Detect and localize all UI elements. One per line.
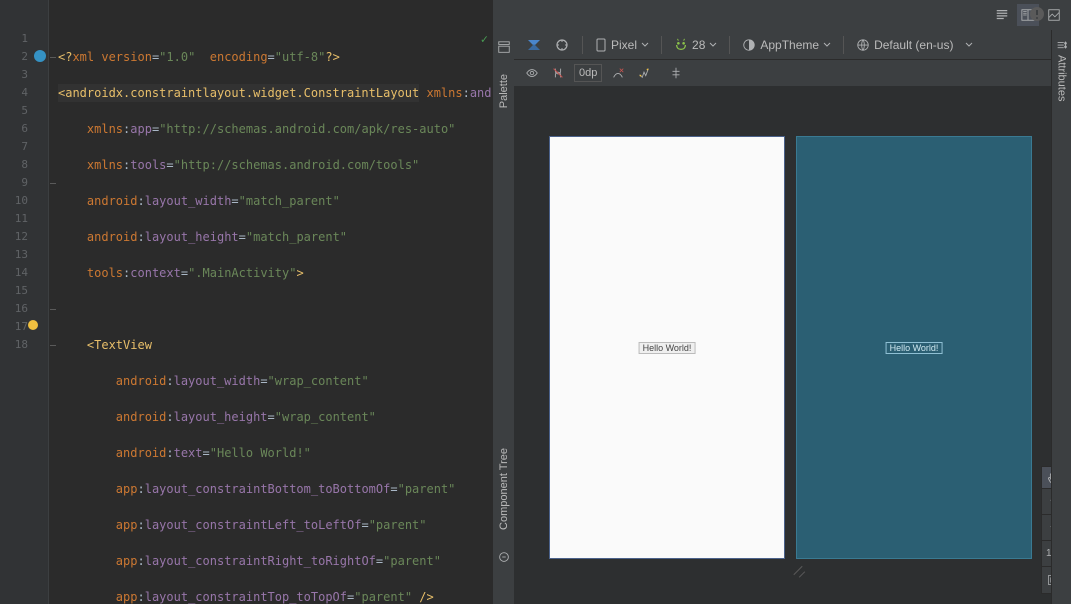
code-area[interactable]: <?xml version="1.0" encoding="utf-8"?> <… — [56, 0, 492, 604]
fold-toggle[interactable] — [49, 336, 56, 354]
default-margin-dropdown[interactable]: 0dp — [574, 64, 602, 82]
line-number: 13 — [0, 246, 48, 264]
theme-dropdown[interactable]: AppTheme — [738, 38, 835, 52]
view-options-dropdown[interactable] — [522, 63, 542, 83]
fold-toggle[interactable] — [49, 48, 56, 66]
xml-editor-pane: 1 2 3 4 5 6 7 8 9 10 11 12 13 14 15 16 1… — [0, 0, 492, 604]
line-number: 10 — [0, 192, 48, 210]
code-view-button[interactable] — [991, 4, 1013, 26]
line-number: 17 — [0, 318, 48, 336]
palette-strip: Palette Component Tree — [492, 0, 514, 604]
attributes-label[interactable]: Attributes — [1056, 55, 1068, 101]
device-dropdown[interactable]: Pixel — [591, 38, 653, 52]
line-number: 9 — [0, 174, 48, 192]
theme-name: AppTheme — [760, 38, 819, 52]
line-number: 7 — [0, 138, 48, 156]
locale-dropdown[interactable]: Default (en-us) — [852, 38, 977, 52]
attributes-toggle-icon[interactable] — [1055, 38, 1069, 55]
blueprint-preview[interactable]: Hello World! — [796, 136, 1032, 559]
line-number: 2 — [0, 48, 48, 66]
design-view-button[interactable] — [1043, 4, 1065, 26]
editor-mode-bar — [514, 0, 1071, 30]
blueprint-text[interactable]: Hello World! — [886, 342, 943, 354]
fold-toggle[interactable] — [49, 174, 56, 192]
clear-constraints-button[interactable] — [608, 63, 628, 83]
design-surface[interactable]: Hello World! Hello World! + − 1:1 — [514, 86, 1071, 604]
toggle-autoconnect-button[interactable] — [548, 63, 568, 83]
line-number: 3 — [0, 66, 48, 84]
orientation-dropdown[interactable] — [550, 33, 574, 57]
resize-handle-icon[interactable] — [792, 564, 808, 580]
design-config-toolbar: Pixel 28 AppTheme Default (en-us) — [514, 30, 1071, 60]
design-tools-toolbar: 0dp — [514, 60, 1071, 86]
line-number: 12 — [0, 228, 48, 246]
line-number: 11 — [0, 210, 48, 228]
design-surface-dropdown[interactable] — [522, 33, 546, 57]
infer-constraints-button[interactable] — [634, 63, 654, 83]
line-number: 18 — [0, 336, 48, 354]
attributes-strip: Attributes — [1051, 30, 1071, 604]
inspection-ok-icon: ✓ — [481, 30, 488, 48]
fold-column — [48, 0, 56, 604]
line-number: 16 — [0, 300, 48, 318]
restore-palette-icon[interactable] — [497, 40, 511, 54]
device-name: Pixel — [611, 38, 637, 52]
design-preview[interactable]: Hello World! — [549, 136, 785, 559]
default-margin-value: 0dp — [579, 67, 597, 79]
line-number: 15 — [0, 282, 48, 300]
palette-label[interactable]: Palette — [498, 74, 510, 108]
preview-text[interactable]: Hello World! — [639, 342, 696, 354]
component-tree-label[interactable]: Component Tree — [498, 448, 510, 530]
intention-bulb-icon[interactable] — [28, 320, 38, 330]
line-number: 5 — [0, 102, 48, 120]
api-dropdown[interactable]: 28 — [670, 38, 721, 52]
api-level: 28 — [692, 38, 705, 52]
line-number: 1 — [0, 30, 48, 48]
design-pane: Pixel 28 AppTheme Default (en-us) — [514, 0, 1071, 604]
line-number: 14 — [0, 264, 48, 282]
gutter-mark-icon — [34, 50, 46, 62]
hide-window-icon[interactable] — [497, 550, 511, 564]
warnings-icon[interactable] — [1029, 6, 1045, 22]
line-gutter: 1 2 3 4 5 6 7 8 9 10 11 12 13 14 15 16 1… — [0, 0, 48, 604]
guidelines-dropdown[interactable] — [666, 63, 686, 83]
line-number: 8 — [0, 156, 48, 174]
fold-toggle[interactable] — [49, 300, 56, 318]
line-number: 4 — [0, 84, 48, 102]
locale-name: Default (en-us) — [874, 38, 953, 52]
line-number: 6 — [0, 120, 48, 138]
